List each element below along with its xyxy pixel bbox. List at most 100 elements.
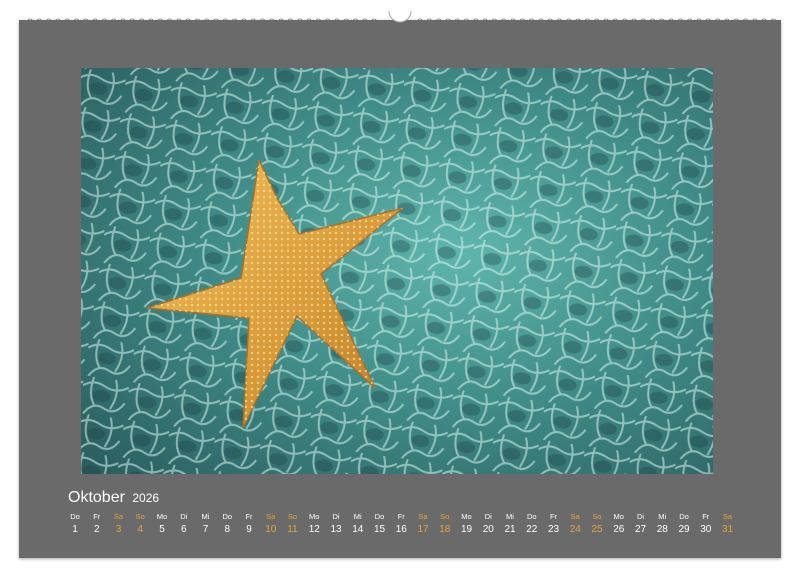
weekday-label: Mo [309,512,320,521]
day-number: 1 [72,524,78,535]
day-cell: Fr 30 [695,511,717,537]
day-cell: Di 27 [630,511,652,537]
day-number: 5 [159,524,165,535]
day-cell: Mo 12 [303,511,325,537]
weekday-label: Fr [397,512,405,521]
day-number: 3 [115,524,122,535]
weekday-label: Do [222,512,233,521]
day-cell: Mo 5 [151,511,173,537]
days-grid: Do 1 Fr 2 Sa 3 So 4 Mo 5 Di 6 Mi 7 Do 8 Fr 9 Sa 10 So 11 Mo 12 D… [65,511,735,541]
weekday-label: Sa [570,512,580,521]
day-number: 7 [202,524,209,535]
day-number: 20 [482,524,494,535]
day-cell: Di 20 [477,511,499,537]
day-cell: So 25 [586,511,608,537]
weekday-label: Fr [245,512,253,521]
weekday-label: So [135,512,145,521]
day-number: 10 [265,524,277,535]
day-number: 6 [180,524,187,535]
starfish-photo [81,68,713,474]
day-number: 21 [504,524,516,535]
day-cell: So 18 [434,511,456,537]
day-number: 14 [352,524,364,535]
day-number: 2 [93,524,100,535]
weekday-label: Mi [201,512,210,521]
weekday-label: Di [484,512,492,521]
day-cell: Fr 2 [86,511,108,537]
weekday-label: So [287,512,298,521]
day-cell: Do 1 [64,511,86,537]
day-number: 25 [591,524,603,535]
day-cell: So 11 [282,511,304,537]
day-number: 30 [700,524,712,535]
day-cell: Mi 14 [347,511,369,537]
day-number: 24 [569,524,581,535]
weekday-label: Do [679,512,689,521]
day-number: 27 [634,524,647,535]
day-cell: Fr 23 [543,511,565,537]
day-cell: Mo 26 [608,511,630,537]
day-cell: Fr 16 [390,511,412,537]
day-number: 16 [395,524,407,535]
weekday-label: Sa [266,512,276,521]
day-cell: Fr 9 [238,511,260,537]
weekday-label: Di [180,512,188,521]
day-number: 12 [308,524,320,535]
day-number: 23 [547,524,560,535]
day-cell: Sa 31 [717,511,739,537]
day-cell: Di 13 [325,511,347,537]
day-number: 31 [721,524,734,535]
day-number: 28 [656,524,668,535]
weekday-label: Mo [461,512,472,521]
day-number: 8 [224,524,231,535]
weekday-label: Do [526,512,537,521]
weekday-label: Do [70,512,80,521]
day-number: 26 [613,524,625,535]
hanger-notch [388,10,412,23]
day-cell: Mi 21 [499,511,521,537]
day-cell: Di 6 [173,511,195,537]
day-cell: Do 8 [216,511,238,537]
month-year: 2026 [132,491,160,505]
weekday-label: Sa [418,512,428,521]
weekday-label: Fr [549,512,558,521]
weekday-label: Mi [353,512,362,521]
weekday-label: Mi [506,512,514,521]
weekday-label: Fr [702,512,710,521]
day-number: 29 [678,524,690,535]
day-cell: Do 29 [673,511,695,537]
month-header: Oktober 2026 [68,489,159,507]
calendar-sheet: Oktober 2026 Do 1 Fr 2 Sa 3 So 4 Mo 5 Di 6 Mi 7 Do 8 Fr 9… [19,20,781,558]
weekday-label: Di [332,512,340,521]
day-cell: Sa 10 [260,511,282,537]
weekday-label: So [440,512,450,521]
day-cell: Mi 28 [651,511,673,537]
day-cell: Mo 19 [456,511,478,537]
day-cell: Sa 24 [564,511,586,537]
day-number: 9 [246,524,252,535]
month-name: Oktober [68,489,125,506]
weekday-label: Mo [613,512,624,521]
weekday-label: Mo [156,512,168,521]
day-cell: Sa 3 [108,511,130,537]
weekday-label: So [592,512,602,521]
day-number: 15 [373,524,386,535]
weekday-label: Mi [658,512,667,521]
weekday-label: Sa [113,512,124,521]
day-cell: Do 15 [369,511,391,537]
day-number: 18 [439,524,451,535]
day-cell: Sa 17 [412,511,434,537]
day-number: 4 [137,524,144,535]
weekday-label: Fr [93,512,101,521]
day-cell: Do 22 [521,511,543,537]
day-number: 17 [417,524,429,535]
day-number: 19 [460,524,473,535]
day-cell: Mi 7 [195,511,217,537]
day-number: 22 [526,524,538,535]
day-cell: So 4 [129,511,151,537]
day-number: 11 [287,524,298,535]
day-number: 13 [330,524,342,535]
weekday-label: Di [636,512,645,521]
weekday-label: Do [374,512,385,521]
weekday-label: Sa [722,512,733,521]
